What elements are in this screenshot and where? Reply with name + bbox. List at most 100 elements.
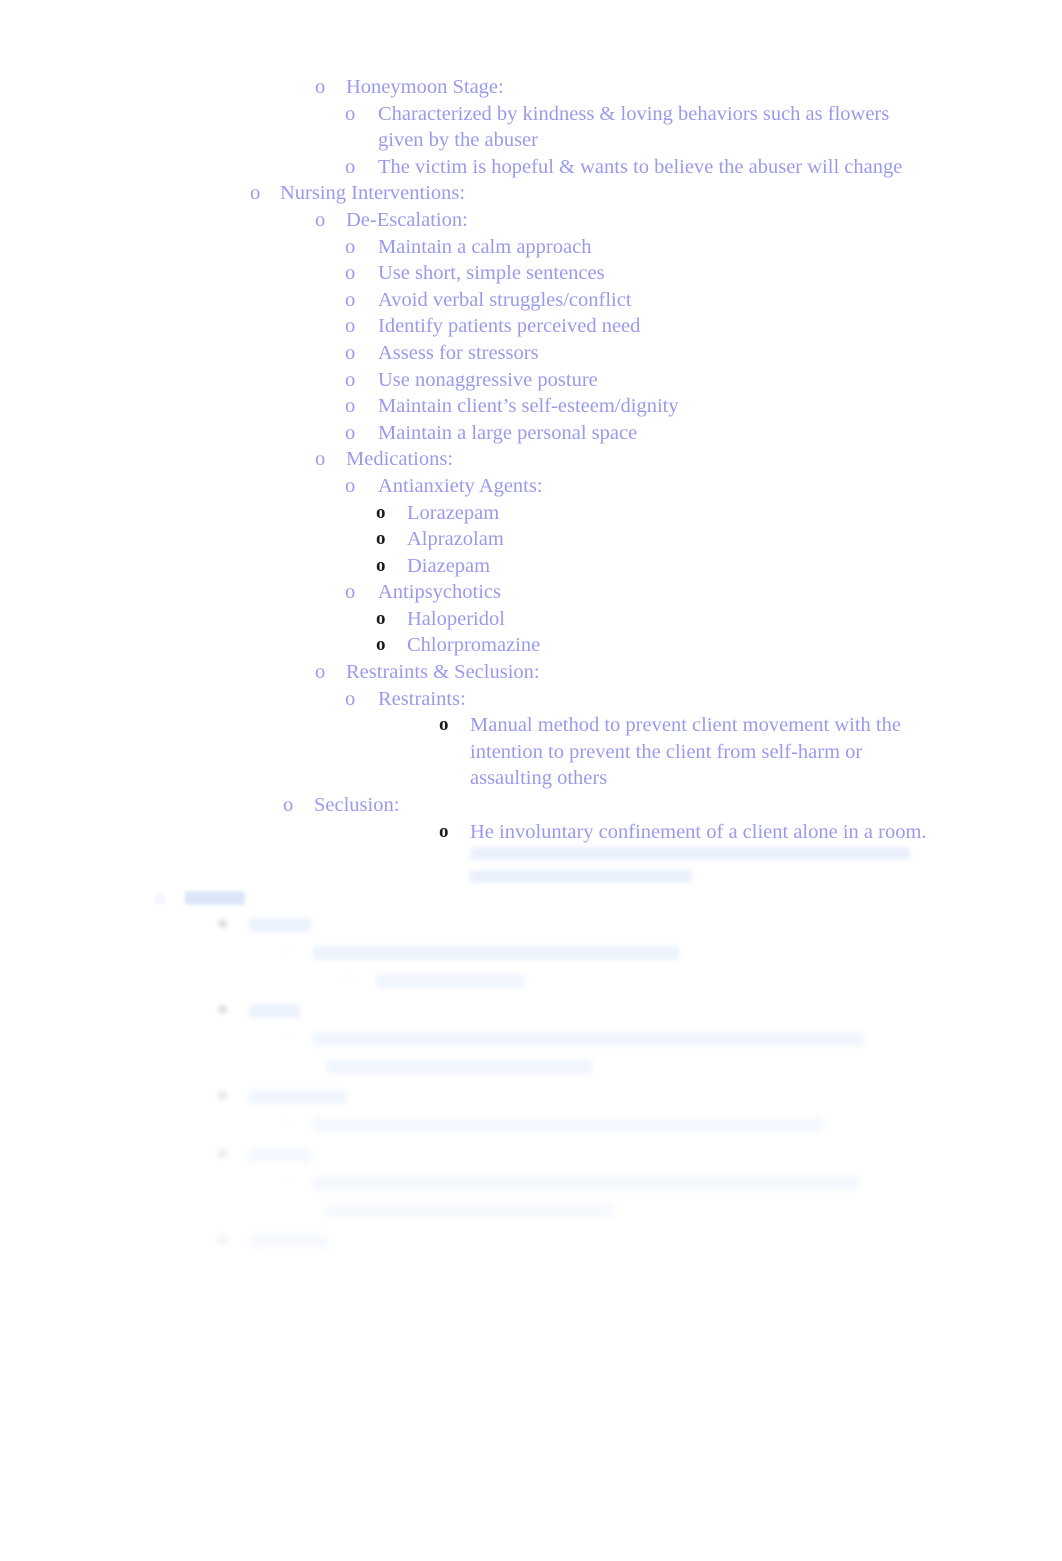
outline-item-med-diazepam: o Diazepam — [0, 553, 1062, 580]
outline-item-text: Lorazepam — [407, 501, 500, 524]
bullet-marker: o — [315, 76, 326, 98]
faded-text-line — [313, 1118, 823, 1132]
outline-item-de-esc-short-sentences: o Use short, simple sentences — [0, 260, 1062, 287]
bullet-marker: o — [345, 474, 356, 497]
outline-item-restraints: o Restraints: — [0, 686, 1062, 713]
bullet-marker: o — [376, 634, 386, 656]
bullet-marker: o — [345, 155, 356, 178]
faded-text-line — [249, 1090, 347, 1104]
dash-bullet-icon — [282, 948, 291, 950]
outline-item-text: Chlorpromazine — [407, 634, 541, 657]
outline-item-med-haloperidol: o Haloperidol — [0, 606, 1062, 633]
bullet-marker: o — [315, 661, 326, 684]
faded-row-item-3-a — [0, 1111, 1062, 1139]
outline-item-med-chlorpromazine: o Chlorpromazine — [0, 632, 1062, 659]
outline-item-text: Use nonaggressive posture — [378, 368, 598, 391]
outline-item-text: Haloperidol — [407, 607, 505, 630]
bullet-marker: o — [345, 262, 356, 285]
faded-text-line — [249, 1148, 311, 1162]
outline-item-text: Alprazolam — [407, 528, 504, 551]
faded-row-heading: o — [0, 885, 1062, 911]
document-page: o Honeymoon Stage: o Characterized by ki… — [0, 0, 1062, 1561]
outline-item-med-lorazepam: o Lorazepam — [0, 500, 1062, 527]
outline-item-de-esc-self-esteem: o Maintain client’s self-esteem/dignity — [0, 393, 1062, 420]
bullet-marker: o — [345, 341, 356, 364]
outline-item-seclusion-definition: o He involuntary confinement of a client… — [0, 819, 1062, 846]
square-bullet-icon — [218, 1090, 227, 1100]
outline-item-text: Seclusion: — [314, 794, 400, 817]
faded-row-item-2-a2 — [0, 1053, 1062, 1081]
square-bullet-icon — [218, 1234, 227, 1244]
outline-item-text: Maintain a large personal space — [378, 421, 638, 444]
outline-item-text: Characterized by kindness & loving behav… — [378, 102, 890, 152]
outline-item-text: De-Escalation: — [346, 208, 468, 231]
faded-text-line — [470, 870, 692, 884]
bullet-marker: o — [155, 886, 165, 909]
bullet-marker: o — [376, 528, 386, 550]
bullet-marker: o — [345, 687, 356, 710]
outline-item-text: Maintain a calm approach — [378, 235, 592, 258]
faded-row-item-4-a2 — [0, 1197, 1062, 1225]
outline-item-restraints-definition: o Manual method to prevent client moveme… — [0, 712, 1062, 792]
faded-row-item-2-a — [0, 1025, 1062, 1053]
bullet-marker: o — [345, 235, 356, 258]
square-bullet-icon — [218, 918, 227, 928]
faded-row-item-5 — [0, 1227, 1062, 1255]
faded-text-line — [470, 847, 910, 861]
bullet-marker: o — [315, 448, 326, 471]
outline-item-seclusion: o Seclusion: — [0, 792, 1062, 819]
outline-item-de-esc-stressors: o Assess for stressors — [0, 340, 1062, 367]
bullet-marker: o — [376, 554, 386, 576]
outline-item-text: Avoid verbal struggles/conflict — [378, 288, 632, 311]
faded-row-item-1-a — [0, 939, 1062, 967]
outline-item-text: Manual method to prevent client movement… — [470, 714, 901, 790]
dash-bullet-icon — [344, 976, 353, 978]
outline-item-de-escalation: o De-Escalation: — [0, 207, 1062, 234]
bullet-marker: o — [345, 102, 356, 125]
outline-item-med-alprazolam: o Alprazolam — [0, 526, 1062, 553]
bullet-marker: o — [439, 820, 449, 842]
dash-bullet-icon — [282, 1120, 291, 1122]
outline-item-text: Restraints: — [378, 687, 466, 710]
outline-item-nursing-interventions: o Nursing Interventions: — [0, 180, 1062, 207]
outline-item-text: Maintain client’s self-esteem/dignity — [378, 395, 679, 418]
outline-item-text: Medications: — [346, 448, 454, 471]
square-bullet-icon — [218, 1004, 227, 1014]
bullet-marker: o — [250, 182, 261, 205]
faded-text-line — [313, 1032, 865, 1046]
outline-content: o Honeymoon Stage: o Characterized by ki… — [0, 74, 1062, 884]
faded-row-item-2 — [0, 997, 1062, 1025]
outline-item-restraints-seclusion: o Restraints & Seclusion: — [0, 659, 1062, 686]
bullet-marker: o — [345, 315, 356, 338]
faded-text-line — [249, 1004, 301, 1018]
outline-item-de-esc-posture: o Use nonaggressive posture — [0, 367, 1062, 394]
faded-row-item-1 — [0, 911, 1062, 939]
outline-item-de-esc-avoid-struggles: o Avoid verbal struggles/conflict — [0, 287, 1062, 314]
faded-text-line — [249, 918, 311, 932]
faded-row-item-4-a — [0, 1169, 1062, 1197]
faded-row-item-1-a1 — [0, 967, 1062, 995]
outline-item-honeymoon-stage: o Honeymoon Stage: — [0, 74, 1062, 101]
bullet-marker: o — [439, 714, 449, 736]
outline-item-text: Diazepam — [407, 554, 491, 577]
faded-text-line — [313, 1176, 859, 1190]
outline-item-text: Antipsychotics — [378, 581, 501, 604]
faded-illegible-tail — [0, 847, 1062, 884]
faded-section: o — [0, 885, 1062, 1255]
outline-item-antipsychotics: o Antipsychotics — [0, 579, 1062, 606]
bullet-marker: o — [345, 288, 356, 311]
outline-item-text: Nursing Interventions: — [280, 182, 466, 205]
outline-item-text: Restraints & Seclusion: — [346, 661, 540, 684]
bullet-marker: o — [283, 794, 294, 817]
bullet-marker: o — [315, 208, 326, 231]
outline-item-medications: o Medications: — [0, 446, 1062, 473]
bullet-marker: o — [345, 581, 356, 604]
bullet-marker: o — [376, 607, 386, 629]
outline-item-text: Identify patients perceived need — [378, 315, 641, 338]
outline-item-text: Use short, simple sentences — [378, 262, 605, 285]
bullet-marker: o — [345, 421, 356, 444]
outline-item-honeymoon-victim-hopeful: o The victim is hopeful & wants to belie… — [0, 154, 1062, 181]
dash-bullet-icon — [282, 1178, 291, 1180]
outline-item-text: Assess for stressors — [378, 341, 539, 364]
square-bullet-icon — [218, 1148, 227, 1158]
